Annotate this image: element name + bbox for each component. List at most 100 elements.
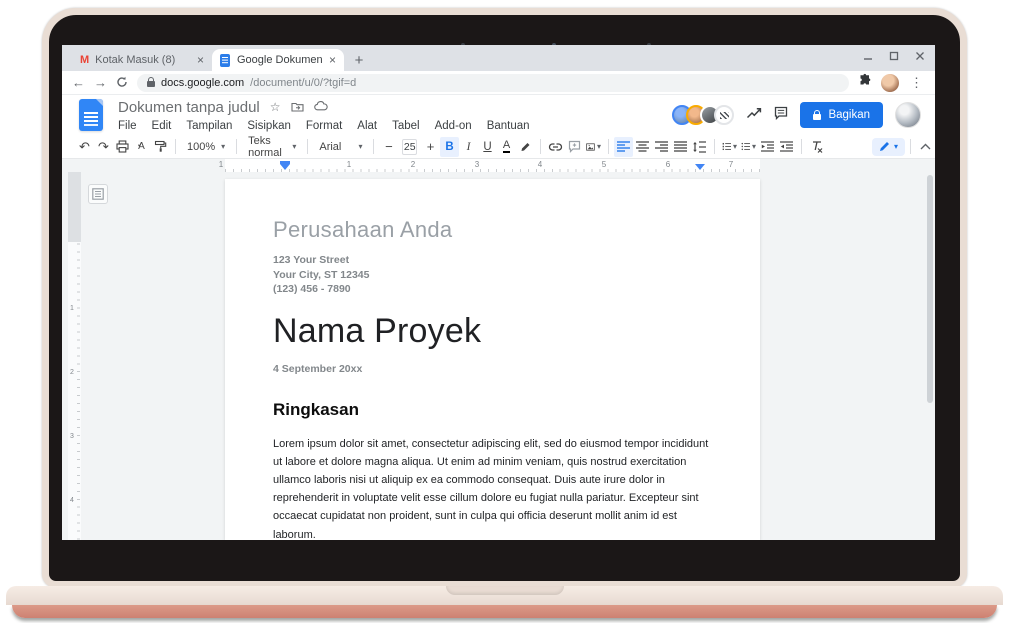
- insert-link-button[interactable]: [546, 137, 565, 157]
- menu-table[interactable]: Tabel: [392, 120, 420, 132]
- menu-tools[interactable]: Alat: [357, 120, 377, 132]
- tab-docs-label: Google Dokumen: [237, 54, 322, 66]
- italic-button[interactable]: I: [459, 137, 478, 157]
- move-folder-icon[interactable]: [291, 101, 304, 114]
- underline-button[interactable]: U: [478, 137, 497, 157]
- ruler-number: 4: [70, 497, 74, 504]
- browser-menu-icon[interactable]: ⋮: [908, 75, 925, 91]
- menu-insert[interactable]: Sisipkan: [247, 120, 290, 132]
- vertical-ruler[interactable]: 1 2 3 4: [68, 172, 81, 540]
- spellcheck-button[interactable]: A✓: [132, 137, 151, 157]
- font-select[interactable]: Arial ▾: [313, 141, 368, 153]
- redo-button[interactable]: ↷: [94, 137, 113, 157]
- maximize-icon[interactable]: [889, 51, 899, 61]
- document-outline-button[interactable]: [88, 184, 108, 204]
- document-area: 1 2 3 4 Perusahaan Anda 123 Your Street …: [62, 172, 935, 540]
- project-title-text[interactable]: Nama Proyek: [273, 312, 712, 351]
- bulleted-list-button[interactable]: ▾: [739, 137, 758, 157]
- zoom-select[interactable]: 100% ▾: [181, 141, 231, 153]
- hide-menus-button[interactable]: [916, 137, 935, 157]
- align-right-button[interactable]: [652, 137, 671, 157]
- menu-addon[interactable]: Add-on: [435, 120, 472, 132]
- document-page[interactable]: Perusahaan Anda 123 Your Street Your Cit…: [225, 179, 760, 540]
- minimize-icon[interactable]: [863, 51, 873, 61]
- style-value: Teks normal: [248, 135, 286, 159]
- bold-button[interactable]: B: [440, 137, 459, 157]
- document-title[interactable]: Dokumen tanpa judul: [118, 99, 260, 116]
- close-tab-icon[interactable]: ×: [197, 53, 204, 67]
- horizontal-ruler[interactable]: 1 1 2 3 4 5 6 7: [62, 159, 935, 172]
- close-tab-icon[interactable]: ×: [329, 53, 336, 67]
- tab-google-docs[interactable]: Google Dokumen ×: [212, 49, 344, 71]
- collaborator-avatars: [672, 105, 734, 125]
- insert-image-button[interactable]: ▾: [584, 137, 603, 157]
- ruler-number: 2: [70, 369, 74, 376]
- decrease-font-size-button[interactable]: −: [379, 137, 398, 157]
- activity-trend-icon[interactable]: [746, 106, 762, 124]
- reload-icon[interactable]: [116, 76, 128, 90]
- share-lock-icon: [813, 114, 821, 120]
- vertical-ruler-margin: [68, 172, 81, 242]
- font-size-input[interactable]: 25: [402, 139, 417, 155]
- collaborator-avatar[interactable]: [714, 105, 734, 125]
- menu-format[interactable]: Format: [306, 120, 342, 132]
- back-icon[interactable]: ←: [72, 76, 85, 89]
- right-indent-marker[interactable]: [695, 164, 705, 170]
- clear-formatting-button[interactable]: [807, 137, 826, 157]
- menu-view[interactable]: Tampilan: [186, 120, 232, 132]
- tab-gmail[interactable]: M Kotak Masuk (8) ×: [72, 49, 212, 71]
- browser-window: M Kotak Masuk (8) × Google Dokumen × +: [62, 45, 935, 540]
- print-button[interactable]: [113, 137, 132, 157]
- menu-bar: File Edit Tampilan Sisipkan Format Alat …: [118, 120, 530, 132]
- extensions-icon[interactable]: [858, 73, 872, 92]
- align-center-button[interactable]: [633, 137, 652, 157]
- add-comment-button[interactable]: [565, 137, 584, 157]
- decrease-indent-button[interactable]: [758, 137, 777, 157]
- left-indent-marker[interactable]: [280, 164, 290, 170]
- forward-icon[interactable]: →: [94, 76, 107, 89]
- browser-profile-avatar[interactable]: [881, 74, 899, 92]
- url-domain: docs.google.com: [161, 77, 244, 89]
- body-paragraph-text[interactable]: Lorem ipsum dolor sit amet, consectetur …: [273, 435, 712, 541]
- date-text[interactable]: 4 September 20xx: [273, 363, 712, 375]
- new-tab-button[interactable]: +: [348, 49, 370, 71]
- undo-button[interactable]: ↶: [75, 137, 94, 157]
- editing-mode-button[interactable]: ▾: [872, 138, 905, 156]
- justify-button[interactable]: [671, 137, 690, 157]
- gmail-icon: M: [80, 54, 88, 66]
- align-left-button[interactable]: [614, 137, 633, 157]
- chevron-down-icon: ▾: [752, 143, 756, 151]
- address-line: (123) 456 - 7890: [273, 282, 712, 297]
- share-button[interactable]: Bagikan: [800, 102, 883, 128]
- company-name-text[interactable]: Perusahaan Anda: [273, 217, 712, 243]
- highlight-button[interactable]: [516, 137, 535, 157]
- paint-format-button[interactable]: [151, 137, 170, 157]
- chevron-down-icon: ▾: [358, 143, 362, 151]
- docs-header: Dokumen tanpa judul ☆ File Edit Tampilan…: [62, 95, 935, 135]
- address-line: Your City, ST 12345: [273, 268, 712, 283]
- company-address-text[interactable]: 123 Your Street Your City, ST 12345 (123…: [273, 253, 712, 297]
- line-spacing-button[interactable]: [690, 137, 709, 157]
- docs-app-icon[interactable]: [79, 99, 103, 131]
- increase-indent-button[interactable]: [777, 137, 796, 157]
- window-controls: [863, 51, 925, 61]
- text-color-button[interactable]: A: [497, 137, 516, 157]
- menu-edit[interactable]: Edit: [152, 120, 172, 132]
- comments-icon[interactable]: [774, 106, 788, 125]
- star-icon[interactable]: ☆: [270, 101, 281, 113]
- numbered-list-button[interactable]: ▾: [720, 137, 739, 157]
- close-window-icon[interactable]: [915, 51, 925, 61]
- address-bar[interactable]: docs.google.com /document/u/0/?tgif=d: [137, 74, 849, 92]
- cloud-status-icon[interactable]: [314, 101, 328, 113]
- account-avatar[interactable]: [895, 102, 921, 128]
- docs-favicon-icon: [220, 54, 230, 67]
- increase-font-size-button[interactable]: +: [421, 137, 440, 157]
- ruler-number: 3: [70, 433, 74, 440]
- section-heading-text[interactable]: Ringkasan: [273, 400, 712, 420]
- menu-help[interactable]: Bantuan: [487, 120, 530, 132]
- vertical-scrollbar[interactable]: [927, 175, 933, 403]
- formatting-toolbar: ↶ ↷ A✓ 100% ▾ Teks normal ▾ Arial ▾: [62, 135, 935, 159]
- menu-file[interactable]: File: [118, 120, 137, 132]
- paragraph-style-select[interactable]: Teks normal ▾: [242, 135, 302, 159]
- laptop-lid-notch: [446, 586, 564, 595]
